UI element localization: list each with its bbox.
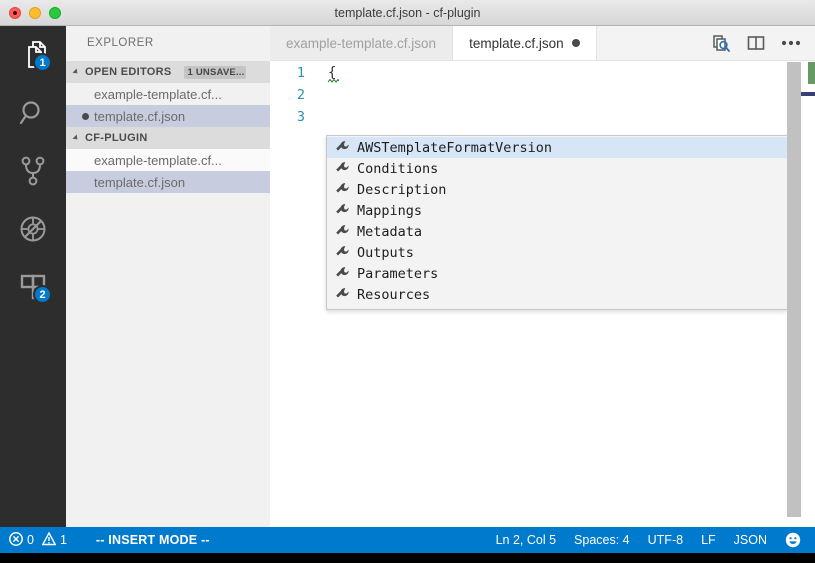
code-line: 2 xyxy=(270,84,815,106)
code-line: 3 xyxy=(270,106,815,128)
window-title: template.cf.json - cf-plugin xyxy=(334,6,481,20)
error-count: 0 xyxy=(27,533,34,547)
status-left: 0 1 -- INSERT MODE -- xyxy=(0,531,210,549)
editor-actions xyxy=(702,26,815,60)
property-wrench-icon xyxy=(335,245,350,260)
explorer-badge: 1 xyxy=(33,53,52,72)
code-editor[interactable]: 1 { 2 3 AWSTemplateFormatVersion Conditi… xyxy=(270,62,815,537)
property-wrench-icon xyxy=(335,203,350,218)
suggest-item[interactable]: Conditions xyxy=(327,158,787,179)
suggest-label: Mappings xyxy=(357,202,423,219)
open-editor-row[interactable]: example-template.cf... xyxy=(66,83,270,105)
suggest-item[interactable]: Resources xyxy=(327,284,787,305)
property-wrench-icon xyxy=(335,182,350,197)
warning-icon xyxy=(41,531,57,549)
suggest-label: Parameters xyxy=(357,265,439,282)
search-icon xyxy=(18,98,48,128)
tab-example-template[interactable]: example-template.cf.json xyxy=(270,26,454,60)
status-problems[interactable]: 0 1 xyxy=(9,531,67,549)
status-indentation[interactable]: Spaces: 4 xyxy=(574,533,630,547)
more-actions-icon[interactable] xyxy=(781,40,801,46)
split-editor-icon[interactable] xyxy=(747,34,765,52)
property-wrench-icon xyxy=(335,266,350,281)
property-wrench-icon xyxy=(335,161,350,176)
overview-change-marker xyxy=(808,62,815,84)
open-editor-label: template.cf.json xyxy=(94,108,186,124)
warning-count: 1 xyxy=(59,533,67,547)
tab-dirty-indicator[interactable] xyxy=(571,39,580,47)
activity-item-search[interactable] xyxy=(0,84,66,142)
tab-template[interactable]: template.cf.json xyxy=(453,26,597,60)
suggest-item[interactable]: Parameters xyxy=(327,263,787,284)
activity-bar: 1 2 xyxy=(0,26,66,537)
source-control-icon xyxy=(20,156,46,186)
status-encoding[interactable]: UTF-8 xyxy=(648,533,683,547)
line-number: 2 xyxy=(296,87,305,103)
suggest-label: Resources xyxy=(357,286,431,303)
activity-item-debug[interactable] xyxy=(0,200,66,258)
overview-cursor-marker xyxy=(801,92,815,96)
file-row[interactable]: example-template.cf... xyxy=(66,149,270,171)
error-squiggle-icon xyxy=(328,79,339,83)
suggest-label: Description xyxy=(357,181,447,198)
tab-label: example-template.cf.json xyxy=(286,35,437,51)
debug-icon xyxy=(18,214,48,244)
suggest-label: AWSTemplateFormatVersion xyxy=(357,139,553,156)
editor-group: example-template.cf.json template.cf.jso… xyxy=(270,26,815,537)
property-wrench-icon xyxy=(335,140,350,155)
line-number: 3 xyxy=(296,109,305,125)
status-cursor-position[interactable]: Ln 2, Col 5 xyxy=(496,533,556,547)
unsaved-badge: 1 UNSAVE... xyxy=(183,65,246,79)
chevron-down-icon xyxy=(72,68,80,76)
vscode-window: template.cf.json - cf-plugin 1 2 EXPLORE… xyxy=(0,0,815,563)
file-row[interactable]: template.cf.json xyxy=(66,171,270,193)
title-bar: template.cf.json - cf-plugin xyxy=(0,0,815,26)
suggest-item[interactable]: AWSTemplateFormatVersion xyxy=(327,137,787,158)
sidebar-title: EXPLORER xyxy=(87,37,154,49)
section-cf-plugin[interactable]: CF-PLUGIN xyxy=(66,127,270,149)
smiley-icon[interactable] xyxy=(785,532,801,548)
open-editor-label: example-template.cf... xyxy=(94,86,222,102)
property-wrench-icon xyxy=(335,287,350,302)
suggest-item[interactable]: Metadata xyxy=(327,221,787,242)
activity-item-explorer[interactable]: 1 xyxy=(0,26,66,84)
explorer-sidebar: EXPLORER OPEN EDITORS 1 UNSAVE... exampl… xyxy=(66,26,270,537)
activity-item-extensions[interactable]: 2 xyxy=(0,258,66,316)
code-line: 1 { xyxy=(270,62,815,84)
section-label: CF-PLUGIN xyxy=(85,132,148,144)
suggest-label: Outputs xyxy=(357,244,414,261)
tab-label: template.cf.json xyxy=(469,35,564,51)
suggest-label: Conditions xyxy=(357,160,439,177)
suggest-item[interactable]: Description xyxy=(327,179,787,200)
open-editor-row[interactable]: template.cf.json xyxy=(66,105,270,127)
open-preview-icon[interactable] xyxy=(712,34,731,53)
status-insert-mode: -- INSERT MODE -- xyxy=(95,533,210,547)
suggest-label: Metadata xyxy=(357,223,423,240)
property-wrench-icon xyxy=(335,224,350,239)
extensions-badge: 2 xyxy=(33,285,52,304)
status-bar: 0 1 -- INSERT MODE -- Ln 2, Col 5 Spaces… xyxy=(0,527,815,553)
error-icon xyxy=(9,531,23,549)
editor-scrollbar[interactable] xyxy=(787,62,801,517)
line-number: 1 xyxy=(296,65,305,81)
activity-item-source-control[interactable] xyxy=(0,142,66,200)
file-label: example-template.cf... xyxy=(94,152,222,168)
section-open-editors[interactable]: OPEN EDITORS 1 UNSAVE... xyxy=(66,61,270,83)
chevron-down-icon xyxy=(72,134,80,142)
file-label: template.cf.json xyxy=(94,174,186,190)
suggest-item[interactable]: Outputs xyxy=(327,242,787,263)
suggest-item[interactable]: Mappings xyxy=(327,200,787,221)
unsaved-dot-icon xyxy=(82,112,89,120)
window-bottom-edge xyxy=(0,553,815,563)
tab-bar: example-template.cf.json template.cf.jso… xyxy=(270,26,815,61)
overview-ruler xyxy=(801,62,815,537)
status-eol[interactable]: LF xyxy=(701,533,716,547)
section-label: OPEN EDITORS xyxy=(85,66,172,78)
status-language-mode[interactable]: JSON xyxy=(734,533,767,547)
suggest-widget[interactable]: AWSTemplateFormatVersion Conditions Desc… xyxy=(326,135,788,310)
status-right: Ln 2, Col 5 Spaces: 4 UTF-8 LF JSON xyxy=(496,532,815,548)
